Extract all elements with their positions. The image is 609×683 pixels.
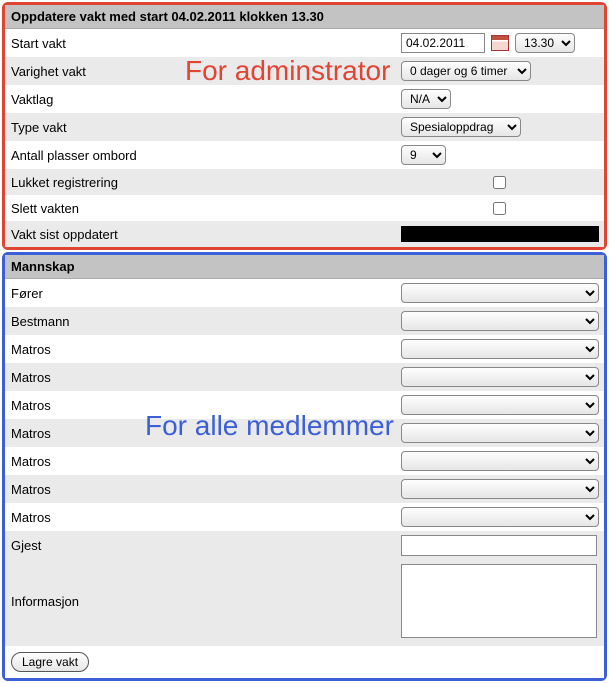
start-date-input[interactable] [401, 33, 485, 53]
row-delete: Slett vakten [5, 195, 604, 221]
crew-role-label: Matros [11, 482, 401, 497]
row-gjest: Gjest [5, 531, 604, 560]
row-crew-role: Matros [5, 447, 604, 475]
row-updated: Vakt sist oppdatert [5, 221, 604, 247]
crew-role-label: Fører [11, 286, 401, 301]
crew-role-select[interactable] [401, 451, 599, 471]
gjest-label: Gjest [11, 538, 401, 553]
crew-role-select[interactable] [401, 423, 599, 443]
row-start-vakt: Start vakt 13.30 [5, 29, 604, 57]
type-label: Type vakt [11, 120, 401, 135]
crew-header: Mannskap [5, 255, 604, 279]
start-vakt-label: Start vakt [11, 36, 401, 51]
row-crew-role: Matros [5, 335, 604, 363]
closed-label: Lukket registrering [11, 175, 401, 190]
crew-section: For alle medlemmer Mannskap FørerBestman… [2, 252, 607, 681]
row-save: Lagre vakt [5, 646, 604, 678]
crew-role-label: Matros [11, 510, 401, 525]
crew-role-select[interactable] [401, 367, 599, 387]
crew-role-select[interactable] [401, 507, 599, 527]
admin-header: Oppdatere vakt med start 04.02.2011 klok… [5, 5, 604, 29]
crew-role-label: Matros [11, 426, 401, 441]
row-crew-role: Matros [5, 503, 604, 531]
vaktlag-label: Vaktlag [11, 92, 401, 107]
row-type: Type vakt Spesialoppdrag [5, 113, 604, 141]
start-time-select[interactable]: 13.30 [515, 33, 575, 53]
type-select[interactable]: Spesialoppdrag [401, 117, 521, 137]
delete-checkbox[interactable] [493, 202, 506, 215]
crew-role-label: Matros [11, 454, 401, 469]
calendar-icon[interactable] [491, 35, 509, 51]
places-select[interactable]: 9 [401, 145, 446, 165]
row-crew-role: Matros [5, 363, 604, 391]
duration-label: Varighet vakt [11, 64, 401, 79]
row-info: Informasjon [5, 560, 604, 646]
duration-select[interactable]: 0 dager og 6 timer [401, 61, 531, 81]
row-crew-role: Bestmann [5, 307, 604, 335]
places-label: Antall plasser ombord [11, 148, 401, 163]
admin-section: For adminstrator Oppdatere vakt med star… [2, 2, 607, 250]
row-closed: Lukket registrering [5, 169, 604, 195]
row-places: Antall plasser ombord 9 [5, 141, 604, 169]
row-crew-role: Matros [5, 391, 604, 419]
delete-label: Slett vakten [11, 201, 401, 216]
row-crew-role: Matros [5, 475, 604, 503]
save-button[interactable]: Lagre vakt [11, 652, 89, 672]
closed-checkbox[interactable] [493, 176, 506, 189]
row-duration: Varighet vakt 0 dager og 6 timer [5, 57, 604, 85]
crew-role-select[interactable] [401, 479, 599, 499]
crew-role-select[interactable] [401, 283, 599, 303]
info-label: Informasjon [11, 564, 401, 609]
crew-role-select[interactable] [401, 395, 599, 415]
info-textarea[interactable] [401, 564, 597, 638]
gjest-input[interactable] [401, 535, 597, 556]
crew-role-label: Matros [11, 398, 401, 413]
vaktlag-select[interactable]: N/A [401, 89, 451, 109]
crew-role-label: Matros [11, 370, 401, 385]
row-crew-role: Fører [5, 279, 604, 307]
crew-role-label: Bestmann [11, 314, 401, 329]
row-vaktlag: Vaktlag N/A [5, 85, 604, 113]
crew-role-label: Matros [11, 342, 401, 357]
updated-value-redacted [401, 226, 599, 242]
updated-label: Vakt sist oppdatert [11, 227, 401, 242]
crew-role-select[interactable] [401, 339, 599, 359]
row-crew-role: Matros [5, 419, 604, 447]
crew-role-select[interactable] [401, 311, 599, 331]
